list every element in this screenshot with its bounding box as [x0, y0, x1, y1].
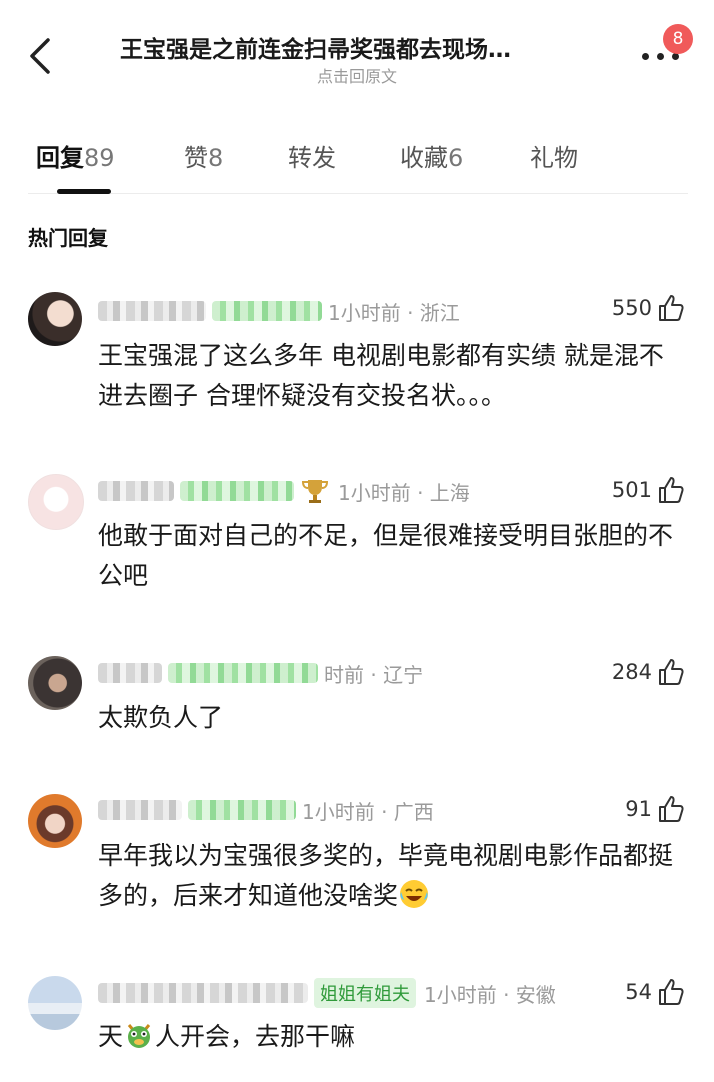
tab-label: 赞: [184, 144, 208, 172]
comment-text: 早年我以为宝强很多奖的，毕竟电视剧电影作品都挺多的，后来才知道他没啥奖: [98, 836, 688, 916]
tab-label: 礼物: [530, 144, 578, 172]
like-count: 284: [611, 660, 652, 684]
section-title: 热门回复: [28, 226, 108, 250]
comment-time-location: 1小时前 · 广西: [302, 799, 434, 824]
back-to-original-link[interactable]: 点击回原文: [0, 63, 714, 87]
like-count: 501: [611, 478, 652, 502]
comment-time-location: 时前 · 辽宁: [324, 662, 424, 687]
trophy-icon: [301, 480, 329, 503]
avatar[interactable]: [28, 794, 82, 848]
like-count: 550: [611, 296, 652, 320]
comment-text-part: 人开会，去那干嘛: [155, 1022, 356, 1051]
tab-favorites[interactable]: 收藏6: [400, 138, 463, 173]
like-button[interactable]: 284: [612, 657, 686, 687]
comment-text: 天 人开会，去那干嘛: [98, 1017, 688, 1057]
comment-meta: 1小时前 · 上海: [98, 476, 470, 506]
user-badge-blurred: [212, 301, 322, 321]
thumbs-up-icon: [659, 979, 684, 1005]
thumbs-up-icon: [659, 295, 684, 321]
tab-likes[interactable]: 赞8: [184, 138, 223, 173]
like-button[interactable]: 501: [612, 475, 686, 505]
laughing-emoji-icon: [400, 880, 429, 908]
user-badge-blurred: [188, 800, 296, 820]
tab-reposts[interactable]: 转发: [288, 138, 336, 173]
thumbs-up-icon: [659, 659, 684, 685]
comment-text: 他敢于面对自己的不足，但是很难接受明目张胆的不公吧: [98, 521, 674, 590]
tab-gifts[interactable]: 礼物: [530, 138, 578, 173]
user-badge-blurred: [180, 481, 294, 501]
user-badge: 姐姐有姐夫: [314, 978, 416, 1008]
like-button[interactable]: 550: [612, 293, 686, 323]
comment-text: 太欺负人了: [98, 703, 224, 732]
dragon-emoji-icon: [127, 1024, 151, 1048]
like-button[interactable]: 54: [625, 977, 686, 1007]
comment-time-location: 1小时前 · 浙江: [328, 300, 460, 325]
comment-meta: 姐姐有姐夫 1小时前 · 安徽: [98, 978, 556, 1008]
like-count: 54: [625, 980, 652, 1004]
username-blurred[interactable]: [98, 983, 308, 1003]
username-blurred[interactable]: [98, 481, 174, 501]
tab-replies[interactable]: 回复89: [36, 138, 115, 173]
user-badge-blurred: [168, 663, 318, 683]
comment-text: 王宝强混了这么多年 电视剧电影都有实绩 就是混不进去圈子 合理怀疑没有交投名状。…: [98, 341, 664, 410]
thumbs-up-icon: [659, 477, 684, 503]
username-blurred[interactable]: [98, 800, 182, 820]
username-blurred[interactable]: [98, 301, 206, 321]
comment-text-part: 天: [98, 1022, 124, 1051]
post-title[interactable]: 王宝强是之前连金扫帚奖强都去现场…: [120, 30, 600, 64]
tab-count: 8: [208, 144, 224, 172]
like-count: 91: [625, 797, 652, 821]
like-button[interactable]: 91: [625, 794, 686, 824]
comment-time-location: 1小时前 · 上海: [338, 480, 470, 505]
avatar[interactable]: [28, 976, 82, 1030]
comment-text-body: 早年我以为宝强很多奖的，毕竟电视剧电影作品都挺多的，后来才知道他没啥奖: [98, 841, 674, 910]
avatar[interactable]: [28, 656, 82, 710]
comment-meta: 1小时前 · 广西: [98, 795, 434, 825]
comment-meta: 时前 · 辽宁: [98, 658, 423, 688]
avatar[interactable]: [28, 292, 82, 346]
tab-divider: [28, 193, 688, 194]
tab-label: 回复: [36, 144, 84, 172]
tab-count: 6: [448, 144, 464, 172]
username-blurred[interactable]: [98, 663, 162, 683]
tab-label: 转发: [288, 144, 336, 172]
comment-meta: 1小时前 · 浙江: [98, 296, 460, 326]
tab-active-indicator: [57, 189, 111, 194]
tab-count: 89: [84, 144, 115, 172]
avatar[interactable]: [28, 474, 84, 530]
thumbs-up-icon: [659, 796, 684, 822]
comment-time-location: 1小时前 · 安徽: [424, 982, 556, 1007]
tab-label: 收藏: [400, 144, 448, 172]
notification-badge: 8: [663, 24, 693, 54]
